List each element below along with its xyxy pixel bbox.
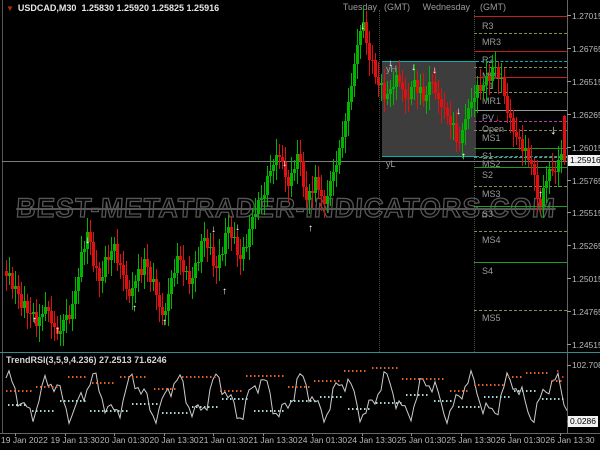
up-arrow-marker: ↑: [55, 325, 60, 336]
time-axis-label: 26 Jan 01:30: [496, 435, 546, 445]
symbol-timeframe-label: USDCAD,M30: [17, 3, 77, 13]
time-axis-tick: [312, 433, 313, 436]
time-axis-label: 24 Jan 01:30: [298, 435, 348, 445]
price-tick-label: 1.25765: [572, 176, 600, 186]
time-axis-label: 20 Jan 13:30: [149, 435, 199, 445]
price-tick-mark: [567, 180, 571, 181]
up-arrow-marker: ↑: [461, 151, 466, 162]
price-tick-mark: [567, 81, 571, 82]
price-tick-mark: [567, 212, 571, 213]
time-axis-label: 21 Jan 13:30: [248, 435, 298, 445]
down-arrow-marker: ↓: [282, 158, 287, 169]
price-tick-label: 1.26015: [572, 143, 600, 153]
down-arrow-marker: ↓: [235, 222, 240, 233]
indicator-scale-max: 102.7087: [572, 360, 600, 370]
time-axis-tick: [411, 433, 412, 436]
down-arrow-marker: ↓: [388, 58, 393, 69]
time-axis-tick: [361, 433, 363, 436]
time-axis-label: 25 Jan 01:30: [397, 435, 447, 445]
price-tick-label: 1.26765: [572, 44, 600, 54]
time-axis-label: 20 Jan 01:30: [100, 435, 150, 445]
indicator-title: TrendRSI(3,5,9,4.236) 27.2513 71.6246: [6, 355, 167, 365]
time-axis-label: 21 Jan 01:30: [199, 435, 249, 445]
down-arrow-marker: ↓: [495, 113, 500, 124]
down-arrow-marker: ↓: [432, 65, 437, 76]
price-tick-mark: [567, 147, 571, 148]
time-axis-tick: [262, 433, 264, 436]
scale-border: [567, 0, 568, 433]
price-tick-mark: [567, 344, 571, 345]
chart-ohlc-readout: ▼ USDCAD,M30 1.25830 1.25920 1.25825 1.25…: [6, 3, 219, 13]
chart-canvas[interactable]: BEST-METATRADER-INDICATORS.COM R3MR3R2MR…: [2, 0, 567, 352]
down-arrow-marker: ↓: [360, 21, 365, 32]
price-tick-label: 1.26265: [572, 110, 600, 120]
price-tick-mark: [567, 48, 571, 49]
down-arrow-marker: ↓: [85, 235, 90, 246]
time-axis[interactable]: 19 Jan 2022 19 Jan 13:30 20 Jan 01:30 20 Ja…: [0, 435, 600, 450]
up-arrow-marker: ↑: [132, 303, 137, 314]
mt4-chart-window: ▼ USDCAD,M30 1.25830 1.25920 1.25825 1.25…: [0, 0, 600, 450]
indicator-current-value: 0.0286: [568, 416, 598, 427]
up-arrow-marker: ↑: [162, 317, 167, 328]
down-arrow-marker: ↓: [550, 122, 557, 137]
ohlc-values: 1.25830 1.25920 1.25825 1.25916: [81, 3, 220, 13]
time-axis-tick: [559, 433, 561, 436]
price-tick-label: 1.26515: [572, 77, 600, 87]
time-axis-tick: [460, 433, 462, 436]
price-tick-mark: [567, 245, 571, 246]
time-axis-label: 26 Jan 13:30: [545, 435, 595, 445]
time-axis-label: 19 Jan 2022: [1, 435, 48, 445]
down-arrow-marker: ↓: [211, 224, 216, 235]
up-arrow-marker: ↑: [308, 223, 313, 234]
time-axis-tick: [213, 433, 214, 436]
time-axis-tick: [163, 433, 165, 436]
time-axis-label: 19 Jan 13:30: [50, 435, 100, 445]
down-arrow-marker: ↓: [456, 106, 461, 117]
time-axis-tick: [114, 433, 115, 436]
signal-arrows-layer: ↑ ↑ ↓ ↑ ↑ ↓ ↑ ↓ ↓ ↑ ↓ ↓ ↓ ↓ ↓ ↑ ↓ ↑ ↓: [2, 0, 567, 352]
trendrsi-plot: [5, 367, 567, 426]
time-axis-tick: [510, 433, 511, 436]
price-tick-label: 1.25515: [572, 208, 600, 218]
current-price-label: 1.25916: [568, 155, 600, 166]
price-tick-mark: [567, 278, 571, 279]
price-tick-label: 1.24765: [572, 307, 600, 317]
time-axis-label: 25 Jan 13:30: [446, 435, 496, 445]
time-axis-tick: [15, 433, 16, 436]
price-tick-mark: [567, 15, 571, 16]
down-arrow-marker: ↓: [411, 62, 416, 73]
up-arrow-marker: ↑: [32, 315, 37, 326]
price-tick-label: 1.25015: [572, 274, 600, 284]
time-axis-label: 24 Jan 13:30: [347, 435, 397, 445]
price-tick-mark: [567, 114, 571, 115]
symbol-dropdown-icon[interactable]: ▼: [6, 4, 14, 13]
price-tick-label: 1.25265: [572, 241, 600, 251]
time-axis-tick: [64, 433, 66, 436]
up-arrow-marker: ↑: [538, 189, 543, 200]
trendrsi-subwindow[interactable]: TrendRSI(3,5,9,4.236) 27.2513 71.6246: [2, 353, 567, 433]
price-tick-mark: [567, 311, 571, 312]
indicator-scale-tick: [567, 365, 571, 366]
price-tick-label: 1.27015: [572, 11, 600, 21]
up-arrow-marker: ↑: [222, 286, 227, 297]
price-tick-label: 1.24515: [572, 340, 600, 350]
rsi-line: [5, 368, 567, 426]
